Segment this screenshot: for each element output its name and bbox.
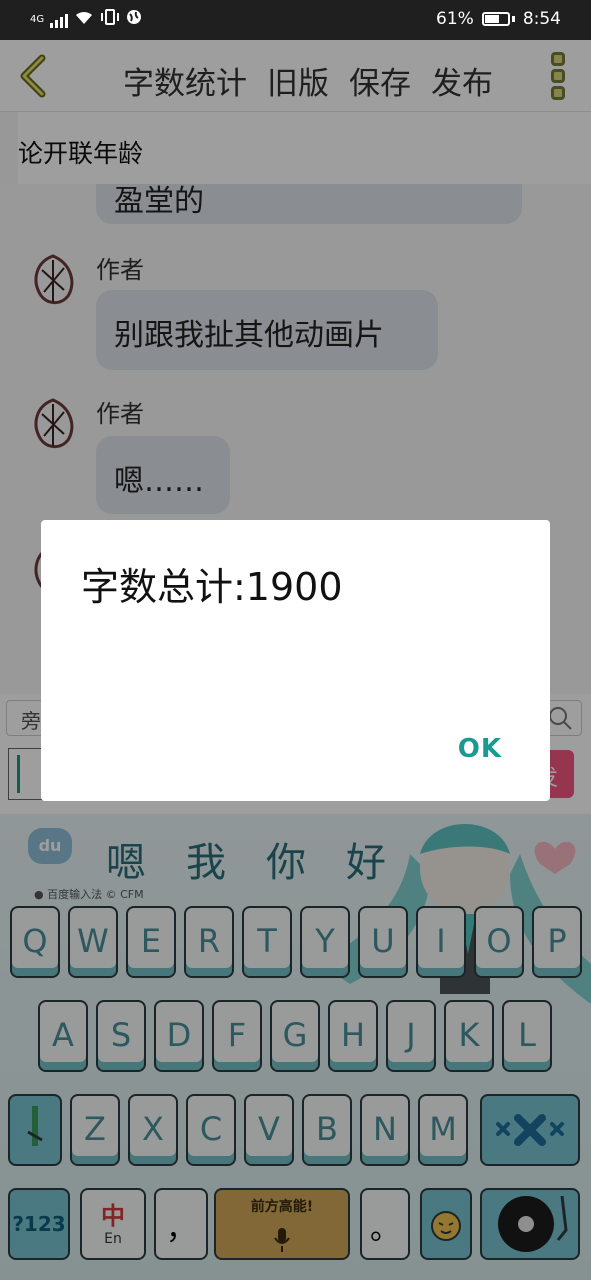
status-bar: 4G 61% 8:54 [0,0,591,40]
wifi-icon [74,9,94,30]
status-left: 4G [30,9,142,30]
word-count-dialog: 字数总计:1900 OK [41,520,550,801]
ok-button[interactable]: OK [458,734,502,764]
signal-icon [50,12,69,28]
clock: 8:54 [522,9,561,29]
dialog-message: 字数总计:1900 [81,565,343,609]
vibrate-icon [100,9,120,30]
battery-percent: 61% [436,9,474,29]
globe-icon [126,9,142,30]
battery-tip [511,16,515,22]
network-label: 4G [30,14,45,25]
status-right: 61% 8:54 [436,9,561,29]
battery-icon [481,12,510,26]
